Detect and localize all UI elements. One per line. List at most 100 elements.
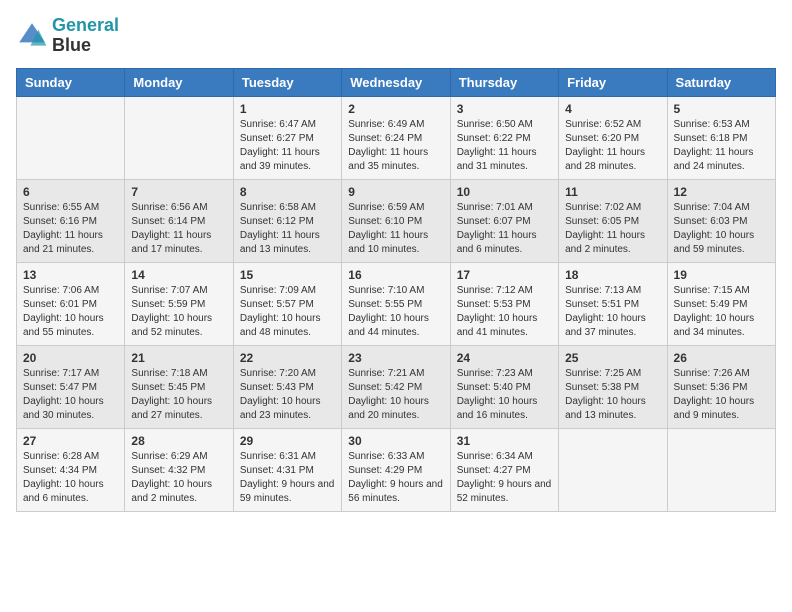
calendar-day-cell: 29 Sunrise: 6:31 AMSunset: 4:31 PMDayligh… [233,428,341,511]
day-number: 18 [565,268,660,282]
day-info: Sunrise: 6:52 AMSunset: 6:20 PMDaylight:… [565,118,660,174]
day-number: 25 [565,351,660,365]
calendar-day-cell: 25 Sunrise: 7:25 AMSunset: 5:38 PMDayligh… [559,345,667,428]
day-number: 31 [457,434,552,448]
day-number: 5 [674,102,769,116]
day-info: Sunrise: 6:50 AMSunset: 6:22 PMDaylight:… [457,118,552,174]
day-number: 13 [23,268,118,282]
calendar-week-row: 13 Sunrise: 7:06 AMSunset: 6:01 PMDayligh… [17,262,776,345]
calendar-week-row: 6 Sunrise: 6:55 AMSunset: 6:16 PMDaylight… [17,179,776,262]
day-number: 21 [131,351,226,365]
day-number: 29 [240,434,335,448]
day-info: Sunrise: 7:10 AMSunset: 5:55 PMDaylight:… [348,284,443,340]
calendar-week-row: 27 Sunrise: 6:28 AMSunset: 4:34 PMDayligh… [17,428,776,511]
day-number: 30 [348,434,443,448]
calendar-day-cell: 16 Sunrise: 7:10 AMSunset: 5:55 PMDayligh… [342,262,450,345]
day-number: 15 [240,268,335,282]
calendar-day-cell: 13 Sunrise: 7:06 AMSunset: 6:01 PMDayligh… [17,262,125,345]
day-number: 26 [674,351,769,365]
day-info: Sunrise: 7:02 AMSunset: 6:05 PMDaylight:… [565,201,660,257]
day-info: Sunrise: 7:12 AMSunset: 5:53 PMDaylight:… [457,284,552,340]
calendar-body: 1 Sunrise: 6:47 AMSunset: 6:27 PMDaylight… [17,96,776,511]
day-info: Sunrise: 7:21 AMSunset: 5:42 PMDaylight:… [348,367,443,423]
calendar-day-cell: 8Sunrise: 6:58 AMSunset: 6:12 PMDaylight… [233,179,341,262]
day-info: Sunrise: 6:28 AMSunset: 4:34 PMDaylight:… [23,450,118,506]
calendar-header: SundayMondayTuesdayWednesdayThursdayFrid… [17,68,776,96]
day-info: Sunrise: 6:53 AMSunset: 6:18 PMDaylight:… [674,118,769,174]
day-info: Sunrise: 6:29 AMSunset: 4:32 PMDaylight:… [131,450,226,506]
weekday-header-tuesday: Tuesday [233,68,341,96]
calendar-day-cell: 4 Sunrise: 6:52 AMSunset: 6:20 PMDaylight… [559,96,667,179]
calendar-day-cell: 7Sunrise: 6:56 AMSunset: 6:14 PMDaylight… [125,179,233,262]
calendar-day-cell: 2 Sunrise: 6:49 AMSunset: 6:24 PMDaylight… [342,96,450,179]
weekday-header-friday: Friday [559,68,667,96]
calendar-day-cell: 15 Sunrise: 7:09 AMSunset: 5:57 PMDayligh… [233,262,341,345]
calendar-day-cell: 18 Sunrise: 7:13 AMSunset: 5:51 PMDayligh… [559,262,667,345]
calendar-day-cell [17,96,125,179]
day-info: Sunrise: 7:20 AMSunset: 5:43 PMDaylight:… [240,367,335,423]
day-info: Sunrise: 7:06 AMSunset: 6:01 PMDaylight:… [23,284,118,340]
calendar-day-cell: 27 Sunrise: 6:28 AMSunset: 4:34 PMDayligh… [17,428,125,511]
day-info: Sunrise: 7:01 AMSunset: 6:07 PMDaylight:… [457,201,552,257]
weekday-header-row: SundayMondayTuesdayWednesdayThursdayFrid… [17,68,776,96]
day-info: Sunrise: 6:31 AMSunset: 4:31 PMDaylight:… [240,450,335,506]
day-info: Sunrise: 6:49 AMSunset: 6:24 PMDaylight:… [348,118,443,174]
day-number: 20 [23,351,118,365]
day-number: 16 [348,268,443,282]
day-number: 7 [131,185,226,199]
day-info: Sunrise: 7:04 AMSunset: 6:03 PMDaylight:… [674,201,769,257]
day-number: 24 [457,351,552,365]
day-number: 3 [457,102,552,116]
day-number: 12 [674,185,769,199]
day-info: Sunrise: 6:55 AMSunset: 6:16 PMDaylight:… [23,201,118,257]
weekday-header-thursday: Thursday [450,68,558,96]
calendar-day-cell: 14 Sunrise: 7:07 AMSunset: 5:59 PMDayligh… [125,262,233,345]
day-number: 28 [131,434,226,448]
day-number: 22 [240,351,335,365]
day-number: 11 [565,185,660,199]
day-number: 4 [565,102,660,116]
day-number: 6 [23,185,118,199]
day-info: Sunrise: 6:47 AMSunset: 6:27 PMDaylight:… [240,118,335,174]
weekday-header-saturday: Saturday [667,68,775,96]
calendar-day-cell: 5 Sunrise: 6:53 AMSunset: 6:18 PMDaylight… [667,96,775,179]
calendar-day-cell: 3 Sunrise: 6:50 AMSunset: 6:22 PMDaylight… [450,96,558,179]
logo-text: General Blue [52,16,119,56]
calendar-day-cell [559,428,667,511]
day-number: 17 [457,268,552,282]
day-info: Sunrise: 7:13 AMSunset: 5:51 PMDaylight:… [565,284,660,340]
calendar-day-cell: 9 Sunrise: 6:59 AMSunset: 6:10 PMDaylight… [342,179,450,262]
day-info: Sunrise: 7:26 AMSunset: 5:36 PMDaylight:… [674,367,769,423]
day-info: Sunrise: 7:17 AMSunset: 5:47 PMDaylight:… [23,367,118,423]
calendar-day-cell: 20 Sunrise: 7:17 AMSunset: 5:47 PMDayligh… [17,345,125,428]
calendar-day-cell: 24 Sunrise: 7:23 AMSunset: 5:40 PMDayligh… [450,345,558,428]
day-info: Sunrise: 7:25 AMSunset: 5:38 PMDaylight:… [565,367,660,423]
calendar-day-cell: 23 Sunrise: 7:21 AMSunset: 5:42 PMDayligh… [342,345,450,428]
day-number: 9 [348,185,443,199]
day-number: 2 [348,102,443,116]
calendar-day-cell: 17 Sunrise: 7:12 AMSunset: 5:53 PMDayligh… [450,262,558,345]
calendar-day-cell: 12 Sunrise: 7:04 AMSunset: 6:03 PMDayligh… [667,179,775,262]
calendar-day-cell: 19 Sunrise: 7:15 AMSunset: 5:49 PMDayligh… [667,262,775,345]
calendar-day-cell [125,96,233,179]
day-info: Sunrise: 6:58 AMSunset: 6:12 PMDaylight:… [240,201,335,257]
calendar-day-cell: 31 Sunrise: 6:34 AMSunset: 4:27 PMDayligh… [450,428,558,511]
day-info: Sunrise: 7:07 AMSunset: 5:59 PMDaylight:… [131,284,226,340]
calendar-week-row: 20 Sunrise: 7:17 AMSunset: 5:47 PMDayligh… [17,345,776,428]
calendar-day-cell: 26 Sunrise: 7:26 AMSunset: 5:36 PMDayligh… [667,345,775,428]
day-info: Sunrise: 6:59 AMSunset: 6:10 PMDaylight:… [348,201,443,257]
day-info: Sunrise: 7:15 AMSunset: 5:49 PMDaylight:… [674,284,769,340]
day-number: 19 [674,268,769,282]
day-number: 27 [23,434,118,448]
calendar-day-cell: 22 Sunrise: 7:20 AMSunset: 5:43 PMDayligh… [233,345,341,428]
day-number: 1 [240,102,335,116]
calendar-day-cell: 10Sunrise: 7:01 AMSunset: 6:07 PMDayligh… [450,179,558,262]
day-number: 14 [131,268,226,282]
calendar-day-cell: 11 Sunrise: 7:02 AMSunset: 6:05 PMDayligh… [559,179,667,262]
day-number: 23 [348,351,443,365]
day-info: Sunrise: 6:34 AMSunset: 4:27 PMDaylight:… [457,450,552,506]
page-header: General Blue [16,16,776,56]
day-info: Sunrise: 7:09 AMSunset: 5:57 PMDaylight:… [240,284,335,340]
logo-icon [16,20,48,52]
day-info: Sunrise: 7:23 AMSunset: 5:40 PMDaylight:… [457,367,552,423]
